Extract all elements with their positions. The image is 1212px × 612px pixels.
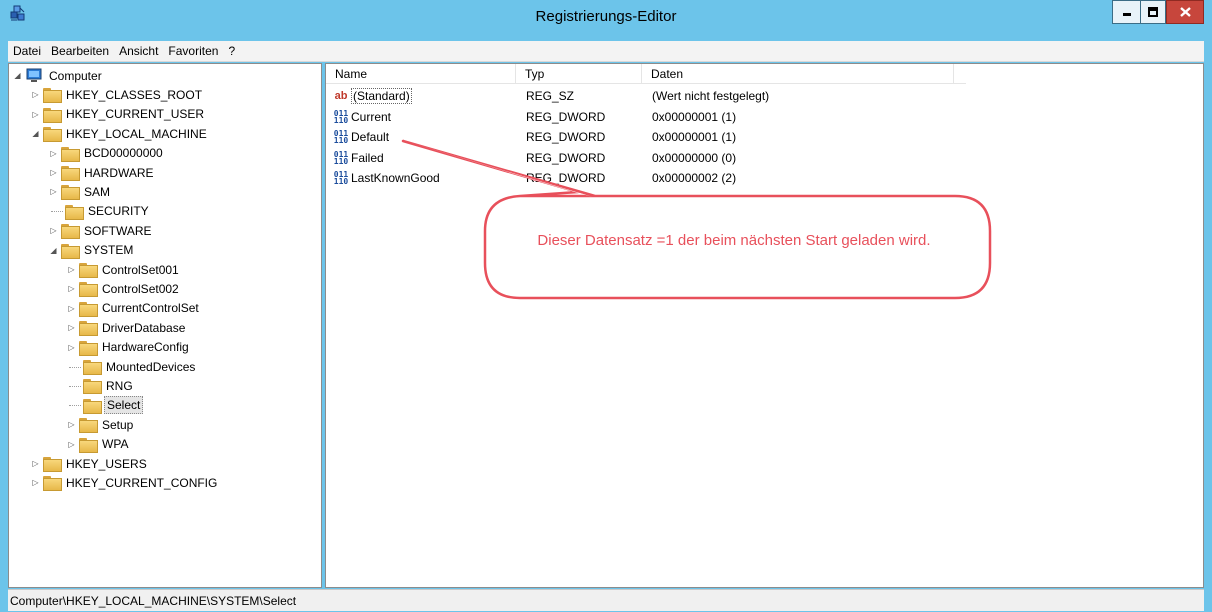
callout-text: Dieser Datensatz =1 der beim nächsten St… bbox=[537, 232, 931, 249]
registry-editor-window: Registrierungs-Editor Datei Bearbeiten A… bbox=[0, 0, 1212, 611]
callout-bubble bbox=[401, 139, 992, 300]
status-bar: Computer\HKEY_LOCAL_MACHINE\SYSTEM\Selec… bbox=[8, 589, 1204, 611]
